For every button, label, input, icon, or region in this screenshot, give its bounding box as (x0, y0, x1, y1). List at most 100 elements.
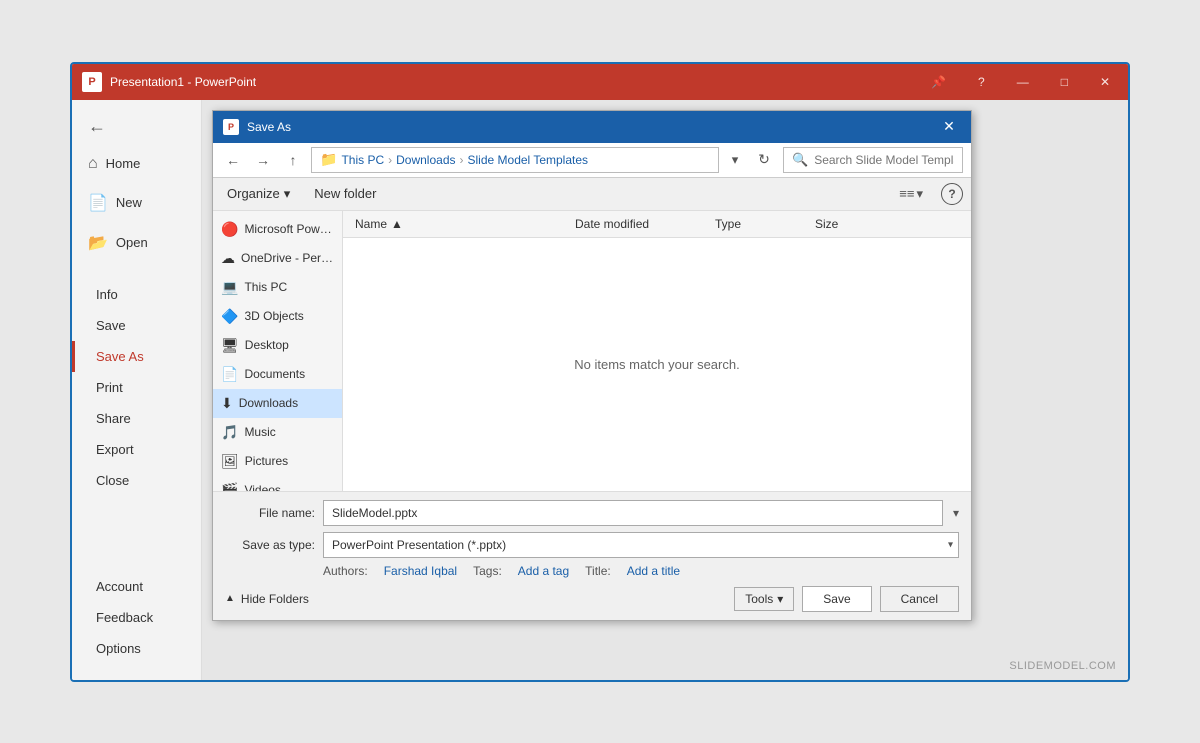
refresh-button[interactable]: ↻ (751, 147, 777, 173)
title-label: Title: (585, 564, 611, 578)
panel-item-onedrive[interactable]: ☁ OneDrive - Perso... (213, 244, 342, 273)
savetype-row: Save as type: PowerPoint Presentation (*… (225, 532, 959, 558)
savetype-select[interactable]: PowerPoint Presentation (*.pptx) (323, 532, 959, 558)
sidebar-nav-new-label: New (116, 195, 142, 210)
organize-label: Organize (227, 186, 280, 201)
panel-item-label: Desktop (245, 338, 289, 352)
sidebar: ← ⌂ Home 📄 New 📂 Open Info Save Save As … (72, 100, 202, 680)
filename-dropdown-icon[interactable]: ▾ (953, 506, 959, 520)
view-icon: ≡≡ (899, 186, 914, 201)
column-header-type[interactable]: Type (711, 215, 811, 233)
breadcrumb-downloads[interactable]: Downloads (396, 153, 455, 167)
column-header-date[interactable]: Date modified (571, 215, 711, 233)
back-nav-button[interactable]: ← (221, 148, 245, 172)
address-dropdown-button[interactable]: ▾ (725, 147, 745, 173)
title-value[interactable]: Add a title (627, 564, 680, 578)
sidebar-menu-feedback[interactable]: Feedback (72, 602, 201, 633)
dialog-actions: ▲ Hide Folders Tools ▾ Save Cancel (225, 586, 959, 612)
savetype-label: Save as type: (225, 538, 315, 552)
dialog-help-button[interactable]: ? (941, 183, 963, 205)
dialog-close-button[interactable]: ✕ (937, 115, 961, 139)
search-icon: 🔍 (792, 152, 808, 168)
new-folder-button[interactable]: New folder (308, 182, 382, 205)
authors-value[interactable]: Farshad Iqbal (384, 564, 457, 578)
sidebar-menu-options[interactable]: Options (72, 633, 201, 664)
powerpoint-nav-icon: 🔴 (221, 221, 238, 238)
column-header-size[interactable]: Size (811, 215, 891, 233)
view-button[interactable]: ≡≡ ▾ (893, 182, 929, 206)
maximize-button[interactable]: □ (1053, 71, 1076, 93)
tools-chevron-icon: ▾ (777, 592, 783, 606)
sidebar-menu-export[interactable]: Export (72, 434, 201, 465)
panel-item-documents[interactable]: 📄 Documents (213, 360, 342, 389)
sidebar-bottom: Account Feedback Options (72, 571, 201, 680)
organize-button[interactable]: Organize ▾ (221, 182, 296, 206)
panel-item-microsoft-powerpoint[interactable]: 🔴 Microsoft PowerP... (213, 215, 342, 244)
dialog-bottom: File name: ▾ Save as type: PowerPoint Pr… (213, 491, 971, 620)
sidebar-menu-print[interactable]: Print (72, 372, 201, 403)
file-list-header: Name ▲ Date modified Type (343, 211, 971, 238)
help-button[interactable]: ? (970, 71, 993, 93)
breadcrumb-this-pc[interactable]: This PC (341, 153, 384, 167)
search-box[interactable]: 🔍 (783, 147, 963, 173)
view-chevron-icon: ▾ (916, 186, 923, 202)
panel-item-this-pc[interactable]: 💻 This PC (213, 273, 342, 302)
tools-button[interactable]: Tools ▾ (734, 587, 794, 611)
tags-label: Tags: (473, 564, 502, 578)
save-as-dialog: P Save As ✕ ← → ↑ 📁 This PC › (212, 110, 972, 621)
panel-item-downloads[interactable]: ⬇ Downloads (213, 389, 342, 418)
cancel-button[interactable]: Cancel (880, 586, 959, 612)
sort-icon: ▲ (391, 217, 403, 231)
panel-item-label: Downloads (239, 396, 298, 410)
tags-value[interactable]: Add a tag (518, 564, 569, 578)
pin-button[interactable]: 📌 (923, 71, 954, 93)
close-button[interactable]: ✕ (1092, 71, 1118, 93)
hide-folders-button[interactable]: ▲ Hide Folders (225, 592, 309, 606)
address-breadcrumb[interactable]: 📁 This PC › Downloads › Slide Model Temp… (311, 147, 719, 173)
save-button[interactable]: Save (802, 586, 871, 612)
panel-item-label: Documents (244, 367, 305, 381)
panel-item-3d-objects[interactable]: 🔷 3D Objects (213, 302, 342, 331)
sidebar-menu-save[interactable]: Save (72, 310, 201, 341)
panel-item-music[interactable]: 🎵 Music (213, 418, 342, 447)
home-icon: ⌂ (88, 155, 98, 173)
panel-item-desktop[interactable]: 🖥 Desktop (213, 331, 342, 360)
new-icon: 📄 (88, 193, 108, 213)
dialog-logo: P (223, 119, 239, 135)
powerpoint-logo: P (82, 72, 102, 92)
search-input[interactable] (814, 153, 954, 167)
sidebar-menu-close[interactable]: Close (72, 465, 201, 496)
panel-item-pictures[interactable]: 🖼 Pictures (213, 447, 342, 476)
sidebar-item-open[interactable]: 📂 Open (72, 223, 201, 263)
panel-item-label: Pictures (245, 454, 288, 468)
minimize-button[interactable]: — (1009, 71, 1037, 93)
dialog-toolbar: Organize ▾ New folder ≡≡ ▾ ? (213, 178, 971, 211)
filename-label: File name: (225, 506, 315, 520)
authors-label: Authors: (323, 564, 368, 578)
sidebar-menu-account[interactable]: Account (72, 571, 201, 602)
sidebar-menu-save-as[interactable]: Save As (72, 341, 201, 372)
panel-item-videos[interactable]: 🎬 Videos (213, 476, 342, 491)
organize-chevron-icon: ▾ (284, 186, 291, 202)
desktop-icon: 🖥 (221, 337, 239, 354)
back-button[interactable]: ← (72, 108, 201, 145)
panel-item-label: Videos (244, 483, 280, 491)
meta-row: Authors: Farshad Iqbal Tags: Add a tag T… (225, 564, 959, 578)
sidebar-menu-info[interactable]: Info (72, 279, 201, 310)
forward-nav-button[interactable]: → (251, 148, 275, 172)
filename-row: File name: ▾ (225, 500, 959, 526)
sidebar-item-home[interactable]: ⌂ Home (72, 145, 201, 183)
folder-icon: 📁 (320, 151, 337, 168)
savetype-select-wrapper[interactable]: PowerPoint Presentation (*.pptx) ▾ (323, 532, 959, 558)
breadcrumb-slide-model[interactable]: Slide Model Templates (468, 153, 589, 167)
column-header-name[interactable]: Name ▲ (351, 215, 571, 233)
app-title: Presentation1 - PowerPoint (110, 75, 256, 89)
up-nav-button[interactable]: ↑ (281, 148, 305, 172)
sidebar-menu-share[interactable]: Share (72, 403, 201, 434)
sidebar-item-new[interactable]: 📄 New (72, 183, 201, 223)
filename-input[interactable] (323, 500, 943, 526)
sidebar-nav-open-label: Open (116, 235, 148, 250)
content-area: Save As P Save As ✕ ← → (202, 100, 1128, 680)
title-bar-controls: 📌 ? — □ ✕ (923, 71, 1118, 93)
sidebar-nav-home-label: Home (106, 156, 141, 171)
